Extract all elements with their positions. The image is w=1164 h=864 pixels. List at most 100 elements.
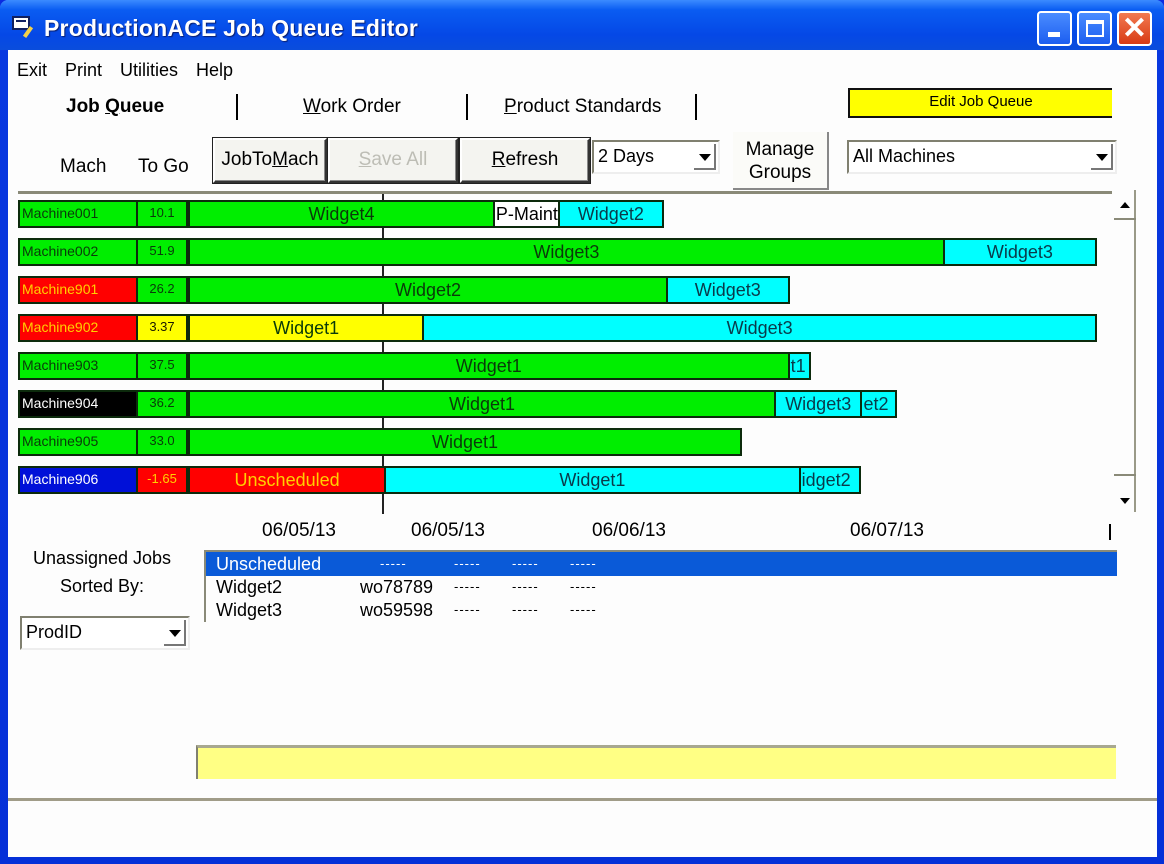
timeline-date: 06/05/13 (262, 520, 336, 541)
close-button[interactable]: ✕ (1117, 11, 1152, 46)
tab-divider (466, 94, 468, 120)
app-window: ProductionACE Job Queue Editor ✕ Exit Pr… (0, 0, 1164, 864)
machine-filter-select[interactable]: All Machines (847, 140, 1117, 174)
machine-to-go: 36.2 (136, 390, 188, 418)
machine-to-go: 51.9 (136, 238, 188, 266)
job-bar[interactable]: Widget3 (188, 238, 945, 266)
job-work-order: wo59598 (360, 600, 434, 620)
job-bar[interactable]: Widget1 (384, 466, 801, 494)
column-header-mach: Mach (60, 156, 107, 177)
button-accelerator: S (358, 149, 372, 170)
refresh-button[interactable]: Refresh (460, 138, 590, 183)
machine-name[interactable]: Machine902 (18, 314, 138, 342)
machine-name[interactable]: Machine002 (18, 238, 138, 266)
label-line: Sorted By: (59, 576, 145, 596)
timeline-end-tick (1109, 524, 1111, 540)
chevron-down-icon[interactable] (164, 620, 186, 646)
unassigned-job-row[interactable]: Widget3 wo59598 ----- ----- ----- (206, 598, 1117, 622)
machine-name[interactable]: Machine905 (18, 428, 138, 456)
job-bar[interactable]: Widget1 (188, 352, 790, 380)
machine-to-go: 26.2 (136, 276, 188, 304)
menu-exit[interactable]: Exit (8, 58, 56, 82)
scroll-up-icon[interactable] (1114, 190, 1136, 220)
machine-row[interactable]: Machine001 10.1 Widget4 P-Maint Widget2 (18, 200, 1108, 230)
tab-divider (236, 94, 238, 120)
machine-to-go: 37.5 (136, 352, 188, 380)
client-area: Exit Print Utilities Help Job Queue Work… (8, 50, 1157, 857)
machine-name[interactable]: Machine903 (18, 352, 138, 380)
machine-row[interactable]: Machine002 51.9 Widget3 Widget3 (18, 238, 1108, 268)
machine-row[interactable]: Machine901 26.2 Widget2 Widget3 (18, 276, 1108, 306)
tab-accelerator: P (504, 96, 517, 117)
manage-groups-button[interactable]: Manage Groups (733, 132, 829, 190)
menu-bar: Exit Print Utilities Help (8, 58, 242, 82)
job-to-mach-button[interactable]: JobToMach (213, 138, 327, 183)
machine-name[interactable]: Machine001 (18, 200, 138, 228)
job-bar[interactable]: t1 (787, 352, 811, 380)
column-header-to-go: To Go (138, 156, 189, 177)
button-accelerator: R (491, 149, 506, 170)
button-label: Groups (748, 162, 812, 183)
job-bar[interactable]: Widget2 (557, 200, 664, 228)
machine-to-go: 33.0 (136, 428, 188, 456)
close-icon: ✕ (1121, 12, 1148, 45)
button-label: ach (287, 149, 319, 170)
job-bar[interactable]: Widget1 (188, 428, 742, 456)
scroll-down-icon[interactable] (1114, 474, 1136, 512)
button-label: JobTo (221, 149, 273, 170)
save-all-button[interactable]: Save All (328, 138, 458, 183)
job-bar[interactable]: Widget3 (942, 238, 1097, 266)
job-bar[interactable]: Widget3 (665, 276, 790, 304)
job-bar[interactable]: idget2 (798, 466, 862, 494)
tab-job-queue[interactable]: Job Queue (66, 96, 164, 118)
job-bar[interactable]: Widget1 (188, 390, 776, 418)
unassigned-jobs-list[interactable]: Unscheduled ----- ----- ----- ----- Widget2 wo… (204, 550, 1117, 622)
maximize-button[interactable] (1077, 11, 1112, 46)
tab-divider (695, 94, 697, 120)
window-title: ProductionACE Job Queue Editor (44, 15, 419, 41)
machine-row[interactable]: Machine904 36.2 Widget1 Widget3 et2 (18, 390, 1108, 420)
label-line: Unassigned Jobs (32, 548, 172, 568)
job-bar[interactable]: et2 (860, 390, 898, 418)
menu-print[interactable]: Print (56, 58, 111, 82)
job-column-value: ----- (454, 556, 481, 571)
machine-row[interactable]: Machine903 37.5 Widget1 t1 (18, 352, 1108, 382)
tab-label: ueue (119, 96, 165, 117)
menu-utilities[interactable]: Utilities (111, 58, 187, 82)
job-bar[interactable]: Unscheduled (188, 466, 387, 494)
tab-work-order[interactable]: Work Order (303, 96, 401, 118)
job-bar[interactable]: Widget1 (188, 314, 425, 342)
chevron-down-icon[interactable] (694, 144, 716, 170)
unassigned-job-row[interactable]: Unscheduled ----- ----- ----- ----- (206, 552, 1117, 576)
minimize-icon (1048, 32, 1060, 37)
status-message-field (196, 745, 1116, 779)
tab-product-standards[interactable]: Product Standards (504, 96, 661, 118)
unassigned-job-row[interactable]: Widget2 wo78789 ----- ----- ----- (206, 575, 1117, 599)
gantt-vertical-scrollbar[interactable] (1114, 190, 1136, 512)
range-select[interactable]: 2 Days (592, 140, 720, 174)
machine-row[interactable]: Machine906 -1.65 Unscheduled Widget1 idget2 (18, 466, 1108, 496)
app-icon[interactable] (12, 16, 34, 39)
title-bar[interactable]: ProductionACE Job Queue Editor ✕ (0, 0, 1164, 50)
job-column-value: ----- (512, 579, 539, 594)
job-bar[interactable]: Widget3 (422, 314, 1097, 342)
job-bar[interactable]: Widget3 (774, 390, 863, 418)
job-column-value: ----- (570, 579, 597, 594)
chevron-down-icon[interactable] (1091, 144, 1113, 170)
job-bar[interactable]: Widget2 (188, 276, 668, 304)
menu-help[interactable]: Help (187, 58, 242, 82)
machine-name[interactable]: Machine904 (18, 390, 138, 418)
sort-by-value: ProdID (26, 622, 83, 642)
machine-row[interactable]: Machine902 3.37 Widget1 Widget3 (18, 314, 1108, 344)
machine-name[interactable]: Machine901 (18, 276, 138, 304)
sort-by-select[interactable]: ProdID (20, 616, 190, 650)
job-column-value: ----- (454, 602, 481, 617)
minimize-button[interactable] (1037, 11, 1072, 46)
job-bar[interactable]: P-Maint (492, 200, 560, 228)
machine-name[interactable]: Machine906 (18, 466, 138, 494)
job-column-value: ----- (570, 556, 597, 571)
job-product: Widget3 (216, 600, 283, 620)
job-bar[interactable]: Widget4 (188, 200, 495, 228)
machine-row[interactable]: Machine905 33.0 Widget1 (18, 428, 1108, 458)
machine-filter-value: All Machines (853, 146, 956, 166)
